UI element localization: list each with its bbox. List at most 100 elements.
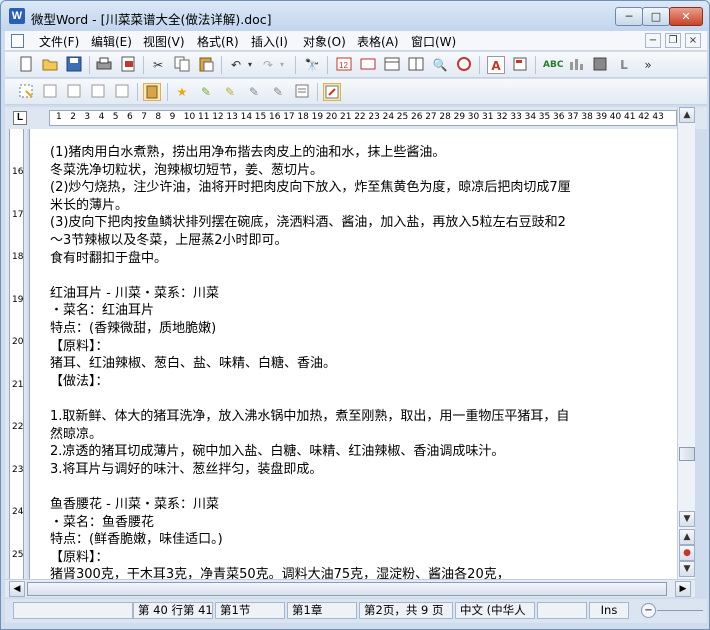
maximize-button[interactable]: □ (642, 7, 670, 26)
select-icon[interactable] (17, 83, 35, 101)
document-icon[interactable] (11, 34, 24, 48)
clipboard-icon[interactable] (143, 83, 161, 101)
ruler-number: 11 (198, 112, 210, 122)
delete-icon[interactable] (65, 83, 83, 101)
doc-close-button[interactable]: × (685, 33, 701, 48)
tab-stop-selector[interactable]: L (13, 111, 27, 125)
eraser-icon[interactable]: ✎ (245, 83, 263, 101)
next-page-button[interactable]: ▼ (679, 561, 695, 577)
doc-minimize-button[interactable]: − (645, 33, 661, 48)
chart-icon[interactable] (567, 56, 585, 74)
page-number-icon[interactable]: 12 (335, 56, 353, 74)
menu-object[interactable]: 对象(O) (303, 33, 346, 50)
ruler-number: 2 (70, 112, 76, 122)
scroll-up-button[interactable]: ▲ (679, 107, 695, 123)
pdf-icon[interactable] (119, 56, 137, 74)
undo-dropdown-icon[interactable]: ▾ (245, 56, 255, 74)
copy-icon[interactable] (173, 56, 191, 74)
print-icon[interactable] (95, 56, 113, 74)
prev-page-button[interactable]: ▲ (679, 529, 695, 545)
menu-edit[interactable]: 编辑(E) (91, 33, 132, 50)
pen-icon[interactable]: ✎ (221, 83, 239, 101)
edit-icon[interactable] (41, 83, 59, 101)
undo-icon[interactable]: ↶ (227, 56, 245, 74)
status-section: 第1节 (215, 602, 285, 619)
menu-insert[interactable]: 插入(I) (251, 33, 288, 50)
zoom-slider[interactable] (657, 610, 703, 611)
title-bar[interactable]: W 微型Word - [川菜菜谱大全(做法详解).doc] ─ □ ✕ (1, 1, 709, 31)
horizontal-ruler[interactable]: 1 2 3 4 5 6 7 8 9 10 11 12 13 14 15 16 17 18 19 20 21 22 23 24 2… (49, 110, 677, 126)
toolbar-separator (89, 56, 90, 74)
menu-file[interactable]: 文件(F) (39, 33, 79, 50)
ruler-number: 28 (439, 112, 451, 122)
horizontal-scrollbar[interactable]: ◀ ▶ (5, 579, 695, 597)
status-insert-mode[interactable]: Ins (589, 602, 629, 619)
scroll-down-button[interactable]: ▼ (679, 511, 695, 527)
vertical-scrollbar[interactable]: ▲ ▼ ▲ ● ▼ (677, 107, 695, 579)
toolbar-separator (479, 56, 480, 74)
stop-icon[interactable] (455, 56, 473, 74)
horizontal-scroll-thumb[interactable] (27, 582, 667, 596)
redo-dropdown-icon[interactable]: ▾ (277, 56, 287, 74)
scroll-right-button[interactable]: ▶ (675, 581, 691, 597)
document-line: 【原料】： (50, 338, 109, 354)
vertical-ruler-number: 22 (12, 422, 24, 432)
new-icon[interactable] (17, 56, 35, 74)
toolbar-separator (317, 83, 318, 101)
outline-icon[interactable] (323, 83, 341, 101)
redo-icon[interactable]: ↷ (259, 56, 277, 74)
open-icon[interactable] (41, 56, 59, 74)
ruler-number: 29 (453, 112, 466, 122)
format-icon[interactable] (511, 56, 529, 74)
close-button[interactable]: ✕ (669, 7, 703, 26)
scroll-left-button[interactable]: ◀ (9, 581, 25, 597)
ruler-number: 43 (652, 112, 664, 122)
document-line: 鱼香腰花 - 川菜・菜系：川菜 (50, 497, 219, 512)
ruler-number: 30 (467, 112, 480, 122)
document-page[interactable]: (1)猪肉用白水煮熟，捞出用净布揩去肉皮上的油和水，抹上些酱油。 冬菜洗净切粒状，… (29, 129, 677, 579)
box-icon[interactable] (591, 56, 609, 74)
font-color-icon[interactable]: A (487, 56, 505, 74)
text-icon[interactable]: L (615, 56, 633, 74)
word-app-icon[interactable]: W (9, 8, 25, 24)
menu-view[interactable]: 视图(V) (143, 33, 185, 50)
ruler-number: 32 (496, 112, 508, 122)
star-icon[interactable]: ★ (173, 83, 191, 101)
ruler-number: 14 (240, 112, 253, 122)
save-icon[interactable] (65, 56, 83, 74)
ruler-number: 10 (183, 112, 196, 122)
menu-window[interactable]: 窗口(W) (411, 33, 456, 50)
brush-icon[interactable]: ✎ (269, 83, 287, 101)
doc-restore-button[interactable]: ❐ (665, 33, 681, 48)
document-line: 【原料】： (50, 549, 109, 565)
document-line: 特点：(鲜香脆嫩，味佳适口。) (50, 532, 223, 548)
menu-table[interactable]: 表格(A) (357, 33, 399, 50)
ruler-number: 39 (595, 112, 608, 122)
ruler-number: 24 (382, 112, 395, 122)
status-position: 第 40 行第 41 (133, 602, 213, 619)
menu-format[interactable]: 格式(R) (197, 33, 239, 50)
marker-icon[interactable]: ✎ (197, 83, 215, 101)
select-browse-object-button[interactable]: ● (679, 545, 695, 561)
zoom-out-icon[interactable]: − (641, 603, 656, 618)
columns-icon[interactable] (407, 56, 425, 74)
document-line: (2)炒勺烧热，注少许油，油将开时把肉皮向下放入，炸至焦黄色为度，晾凉后把肉切成… (50, 180, 571, 196)
ruler-number: 21 (340, 112, 352, 122)
paste-icon[interactable] (197, 56, 215, 74)
find-icon[interactable]: 🔭 (303, 56, 321, 74)
notes-icon[interactable] (293, 83, 311, 101)
table-icon[interactable] (383, 56, 401, 74)
vertical-scroll-thumb[interactable] (679, 447, 695, 461)
minimize-button[interactable]: ─ (615, 7, 643, 26)
zoom-icon[interactable]: 🔍 (431, 56, 449, 74)
spellcheck-icon[interactable]: ABC (543, 56, 563, 74)
window-title: 微型Word - [川菜菜谱大全(做法详解).doc] (31, 12, 272, 27)
ungroup-icon[interactable] (113, 83, 131, 101)
cut-icon[interactable]: ✂ (149, 56, 167, 74)
insert-icon[interactable] (359, 56, 377, 74)
toolbar-separator (295, 56, 296, 74)
vertical-ruler[interactable]: 16 17 18 19 20 21 22 23 24 25 (9, 129, 24, 579)
group-icon[interactable] (89, 83, 107, 101)
drawing-toolbar: ★ ✎ ✎ ✎ ✎ (5, 79, 707, 105)
more-icon[interactable]: » (639, 56, 657, 74)
